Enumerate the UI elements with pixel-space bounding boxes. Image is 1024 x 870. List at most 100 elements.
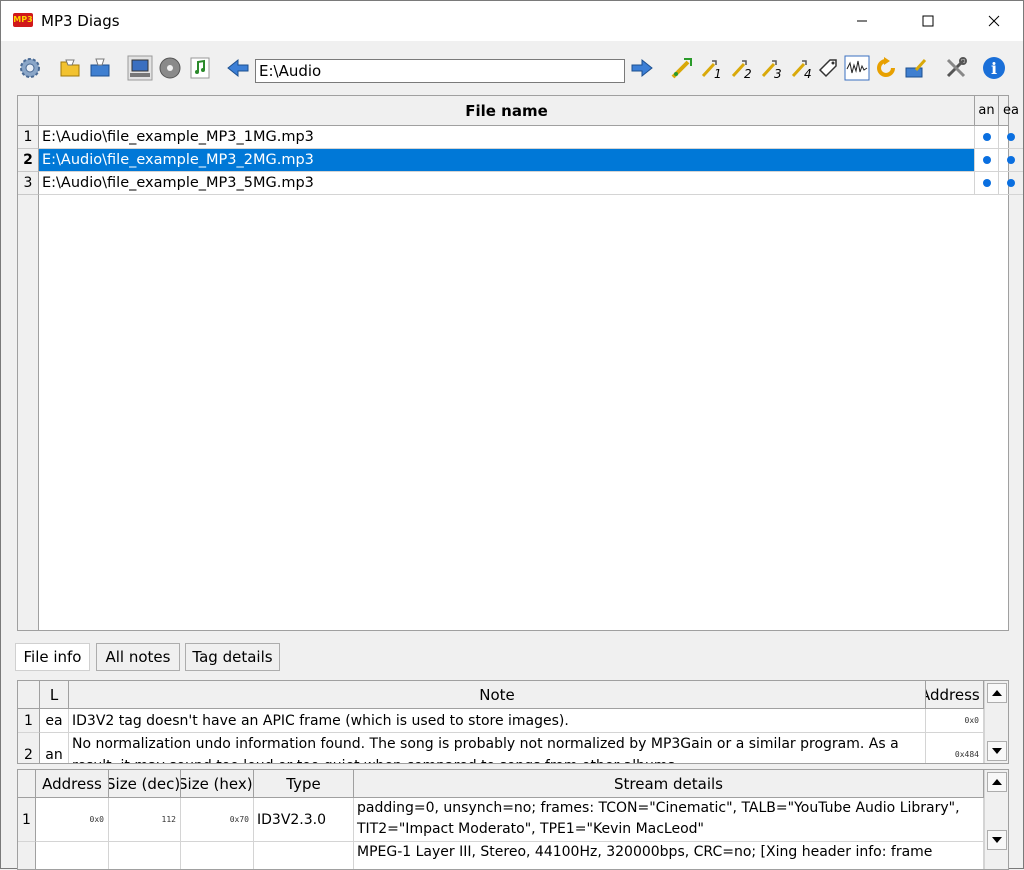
scroll-down-arrow-icon <box>992 837 1002 843</box>
stream-size-dec: 112 <box>109 798 181 842</box>
stream-type <box>254 842 354 869</box>
about-icon: i <box>983 57 1005 79</box>
note-dot-icon <box>1007 156 1015 164</box>
minimize-button[interactable] <box>839 1 885 41</box>
column-header-address[interactable]: Address <box>926 681 984 709</box>
file-row[interactable]: 1 E:\Audio\file_example_MP3_1MG.mp3 <box>18 126 1023 149</box>
file-name-cell[interactable]: E:\Audio\file_example_MP3_5MG.mp3 <box>39 172 975 195</box>
note-an-cell <box>975 149 999 172</box>
about-button[interactable]: i <box>981 55 1007 81</box>
music-note-button[interactable] <box>187 55 213 81</box>
forward-button[interactable] <box>629 55 655 81</box>
open-folder-button[interactable] <box>57 55 83 81</box>
streams-table[interactable]: Address Size (dec) Size (hex) Type Strea… <box>17 769 1009 870</box>
svg-text:1: 1 <box>714 67 722 80</box>
transform-all-button[interactable] <box>669 55 695 81</box>
forward-arrow-icon <box>631 58 653 78</box>
table-corner <box>18 96 39 126</box>
tools-icon <box>946 57 967 78</box>
stream-row[interactable]: MPEG-1 Layer III, Stereo, 44100Hz, 32000… <box>18 842 984 869</box>
normalize-icon <box>844 55 870 81</box>
save-folder-button[interactable] <box>87 55 113 81</box>
stream-row[interactable]: 1 0x0 112 0x70 ID3V2.3.0 padding=0, unsy… <box>18 798 984 842</box>
stream-address <box>36 842 109 869</box>
scroll-up-arrow-icon <box>992 690 1002 696</box>
notes-table[interactable]: L Note Address 1 ea ID3V2 tag doesn't ha… <box>17 680 1009 764</box>
scroll-down-arrow-icon <box>992 748 1002 754</box>
transform-3-icon: 3 <box>761 60 782 80</box>
note-dot-icon <box>982 156 991 164</box>
note-level: ea <box>40 709 69 733</box>
column-header-size-dec[interactable]: Size (dec) <box>109 770 181 798</box>
column-header-level[interactable]: L <box>40 681 69 709</box>
tab-file-info[interactable]: File info <box>15 643 90 671</box>
settings-gear-icon <box>20 58 40 78</box>
maximize-icon <box>922 15 934 27</box>
tab-all-notes[interactable]: All notes <box>96 643 180 671</box>
note-row[interactable]: 2 an No normalization undo information f… <box>18 733 984 763</box>
computer-icon <box>127 55 153 81</box>
notes-scrollbar[interactable] <box>984 681 1008 763</box>
maximize-button[interactable] <box>905 1 951 41</box>
file-row[interactable]: 3 E:\Audio\file_example_MP3_5MG.mp3 <box>18 172 1023 195</box>
transform-2-icon: 2 <box>731 60 752 80</box>
column-header-size-hex[interactable]: Size (hex) <box>181 770 254 798</box>
svg-text:3: 3 <box>774 67 782 80</box>
close-button[interactable] <box>971 1 1017 41</box>
note-ea-cell <box>999 126 1023 149</box>
tab-tag-details[interactable]: Tag details <box>185 643 280 671</box>
svg-text:2: 2 <box>744 67 752 80</box>
window-title: MP3 Diags <box>41 12 120 30</box>
transform-4-button[interactable]: 4 <box>789 55 815 81</box>
cd-button[interactable] <box>157 55 183 81</box>
note-address: 0x484 <box>926 733 984 763</box>
cd-icon <box>159 57 181 79</box>
note-dot-icon <box>982 133 991 141</box>
scroll-down-button[interactable] <box>987 830 1007 850</box>
column-header-stream-details[interactable]: Stream details <box>354 770 984 798</box>
settings-button[interactable] <box>17 55 43 81</box>
note-row[interactable]: 1 ea ID3V2 tag doesn't have an APIC fram… <box>18 709 984 733</box>
music-note-icon <box>190 57 210 79</box>
transform-4-icon: 4 <box>791 60 812 80</box>
column-header-note[interactable]: Note <box>69 681 926 709</box>
stream-type: ID3V2.3.0 <box>254 798 354 842</box>
column-header-an[interactable]: an <box>975 96 999 126</box>
note-dot-icon <box>1007 179 1015 187</box>
column-header-ea[interactable]: ea <box>999 96 1023 126</box>
scroll-up-button[interactable] <box>987 772 1007 792</box>
file-name-cell[interactable]: E:\Audio\file_example_MP3_1MG.mp3 <box>39 126 975 149</box>
normalize-button[interactable] <box>844 55 870 81</box>
stream-address: 0x0 <box>36 798 109 842</box>
column-header-type[interactable]: Type <box>254 770 354 798</box>
tools-button[interactable] <box>943 55 969 81</box>
column-header-file-name[interactable]: File name <box>39 96 975 126</box>
row-number: 1 <box>18 798 36 842</box>
rename-icon <box>905 58 927 78</box>
file-name-cell[interactable]: E:\Audio\file_example_MP3_2MG.mp3 <box>39 149 975 172</box>
column-header-address[interactable]: Address <box>36 770 109 798</box>
stream-details: MPEG-1 Layer III, Stereo, 44100Hz, 32000… <box>354 842 984 869</box>
tag-editor-button[interactable] <box>815 55 841 81</box>
path-input[interactable]: E:\Audio <box>255 59 625 83</box>
transform-2-button[interactable]: 2 <box>729 55 755 81</box>
transform-1-button[interactable]: 1 <box>699 55 725 81</box>
scroll-up-button[interactable] <box>987 683 1007 703</box>
computer-button[interactable] <box>127 55 153 81</box>
note-text: ID3V2 tag doesn't have an APIC frame (wh… <box>69 709 926 733</box>
scroll-down-button[interactable] <box>987 741 1007 761</box>
reload-button[interactable] <box>873 55 899 81</box>
file-row-selected[interactable]: 2 E:\Audio\file_example_MP3_2MG.mp3 <box>18 149 1023 172</box>
stream-size-hex <box>181 842 254 869</box>
open-folder-icon <box>60 59 80 77</box>
file-list-table[interactable]: File name an ea 1 E:\Audio\file_example_… <box>17 95 1023 631</box>
title-bar: MP3 MP3 Diags <box>1 1 1023 41</box>
scroll-up-arrow-icon <box>992 779 1002 785</box>
note-text: No normalization undo information found.… <box>69 733 926 763</box>
transform-3-button[interactable]: 3 <box>759 55 785 81</box>
back-button[interactable] <box>225 55 251 81</box>
note-an-cell <box>975 126 999 149</box>
rename-button[interactable] <box>903 55 929 81</box>
row-number: 2 <box>18 149 39 172</box>
streams-scrollbar[interactable] <box>984 770 1008 869</box>
